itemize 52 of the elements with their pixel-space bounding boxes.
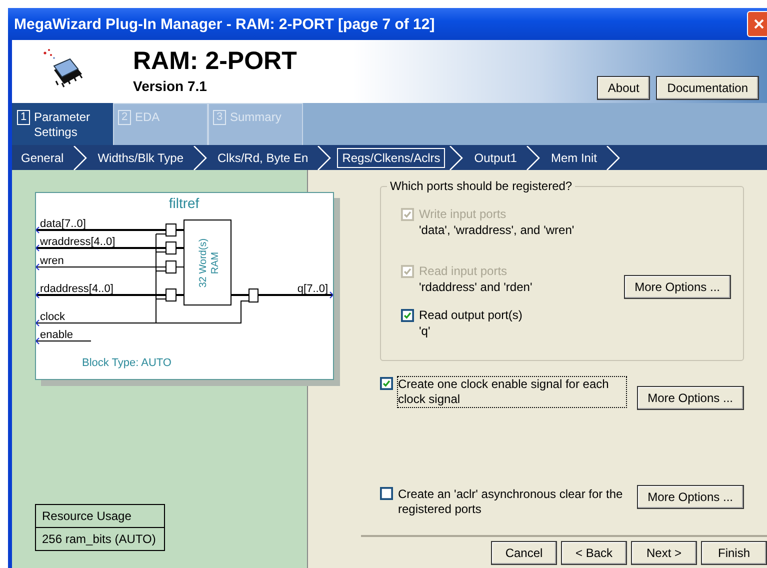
checkbox[interactable] bbox=[401, 308, 414, 322]
port-label: wren bbox=[40, 255, 64, 267]
table-cell: 256 ram_bits (AUTO) bbox=[36, 527, 164, 550]
checkbox[interactable] bbox=[380, 487, 393, 500]
window-title: MegaWizard Plug-In Manager - RAM: 2-PORT [page 7 of 12] bbox=[14, 16, 435, 32]
ram-label: 32 Word(s) bbox=[198, 238, 209, 288]
block-type-label: Block Type: AUTO bbox=[82, 357, 172, 369]
documentation-button[interactable]: Documentation bbox=[656, 76, 759, 100]
checkbox[interactable] bbox=[380, 377, 393, 390]
port-description: 'rdaddress' and 'rden' bbox=[419, 280, 532, 294]
finish-button[interactable]: Finish bbox=[701, 541, 767, 565]
more-options-button[interactable]: More Options ... bbox=[636, 485, 744, 509]
step-tab[interactable]: 1 Parameter Settings bbox=[12, 103, 113, 145]
version-label: Version 7.1 bbox=[133, 78, 208, 94]
chevron-icon bbox=[526, 146, 540, 170]
cancel-button[interactable]: Cancel bbox=[491, 541, 557, 565]
back-button[interactable]: < Back bbox=[561, 541, 627, 565]
close-icon bbox=[753, 18, 765, 30]
breadcrumb-link[interactable]: Widths/Blk Type bbox=[92, 148, 189, 168]
port-description: 'data', 'wraddress', and 'wren' bbox=[419, 223, 574, 237]
diagram-title: filtref bbox=[168, 195, 200, 211]
chevron-icon bbox=[192, 146, 207, 170]
about-button[interactable]: About bbox=[596, 76, 650, 100]
port-label: wraddress[4..0] bbox=[40, 236, 116, 248]
port-description: 'q' bbox=[419, 324, 430, 338]
breadcrumb-link[interactable]: Mem Init bbox=[546, 148, 602, 168]
checkbox-label: Create an 'aclr' asynchronous clear for the registered ports bbox=[398, 487, 624, 517]
port-label: rdaddress[4..0] bbox=[40, 283, 114, 295]
port-label: data[7..0] bbox=[40, 218, 86, 230]
port-label: clock bbox=[40, 311, 66, 323]
checkbox-label: Read output port(s) bbox=[419, 308, 522, 322]
chevron-icon bbox=[72, 146, 87, 170]
chip-icon bbox=[42, 48, 84, 88]
checkbox-label: Create one clock enable signal for each clock signal bbox=[398, 377, 626, 407]
breadcrumb-link[interactable]: General bbox=[16, 148, 69, 168]
next-button[interactable]: Next > bbox=[631, 541, 697, 565]
more-options-button[interactable]: More Options ... bbox=[636, 386, 744, 410]
chevron-icon bbox=[606, 146, 620, 170]
checkbox-label: Read input ports bbox=[419, 264, 508, 278]
checkbox-label: Write input ports bbox=[419, 207, 506, 221]
wizard-title: RAM: 2-PORT bbox=[133, 47, 297, 75]
breadcrumb-link[interactable]: Output1 bbox=[469, 148, 522, 168]
group-legend: Which ports should be registered? bbox=[387, 179, 576, 193]
chevron-icon bbox=[449, 146, 464, 170]
chevron-icon bbox=[317, 146, 332, 170]
breadcrumb-link[interactable]: Clks/Rd, Byte En bbox=[212, 148, 314, 168]
port-label: q[7..0] bbox=[297, 283, 328, 295]
table-header: Resource Usage bbox=[41, 508, 132, 525]
breadcrumb-link[interactable]: Regs/Clkens/Aclrs bbox=[337, 148, 446, 168]
port-label: enable bbox=[40, 329, 74, 341]
ram-label: RAM bbox=[210, 252, 221, 274]
close-button[interactable] bbox=[747, 11, 767, 37]
